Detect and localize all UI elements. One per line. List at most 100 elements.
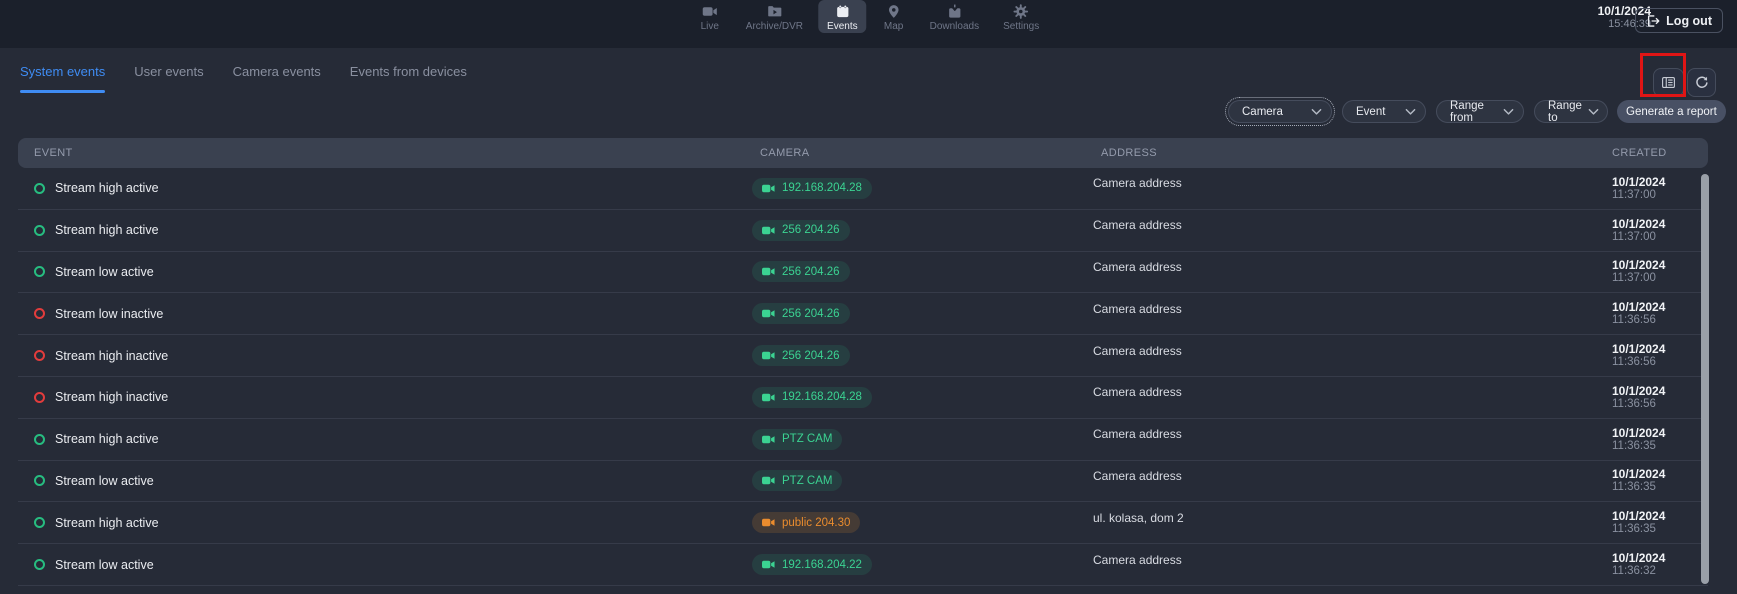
camera-name: 256 204.26	[782, 350, 840, 362]
camera-icon	[762, 517, 775, 528]
camera-icon	[762, 434, 775, 445]
event-name: Stream low inactive	[55, 307, 163, 321]
event-status-icon	[34, 434, 45, 445]
camera-badge[interactable]: 192.168.204.28	[752, 178, 872, 199]
tab-events-from-devices[interactable]: Events from devices	[350, 48, 467, 94]
nav-item-live[interactable]: Live	[689, 0, 731, 33]
camera-badge[interactable]: 256 204.26	[752, 303, 850, 324]
events-table: EVENT CAMERA ADDRESS CREATED Stream high…	[18, 138, 1708, 586]
created-time: 11:36:56	[1612, 314, 1692, 327]
camera-name: PTZ CAM	[782, 433, 832, 445]
table-row[interactable]: Stream low active 192.168.204.22 Camera …	[18, 544, 1708, 586]
camera-address: Camera address	[1093, 469, 1182, 483]
table-row[interactable]: Stream high active 256 204.26 Camera add…	[18, 210, 1708, 252]
table-row[interactable]: Stream high inactive 256 204.26 Camera a…	[18, 335, 1708, 377]
event-name: Stream high active	[55, 181, 159, 195]
camera-icon	[762, 183, 775, 194]
event-name: Stream low active	[55, 265, 154, 279]
chevron-down-icon	[1311, 108, 1322, 116]
camera-badge[interactable]: PTZ CAM	[752, 470, 842, 491]
chevron-down-icon	[1588, 108, 1599, 116]
nav-label: Archive/DVR	[746, 21, 803, 32]
range-to-dropdown[interactable]: Range to	[1534, 100, 1608, 123]
event-status-icon	[34, 225, 45, 236]
nav-item-settings[interactable]: Settings	[994, 0, 1048, 33]
table-row[interactable]: Stream low inactive 256 204.26 Camera ad…	[18, 293, 1708, 335]
events-calendar-icon	[835, 4, 850, 19]
camera-badge[interactable]: 192.168.204.28	[752, 387, 872, 408]
created-time: 11:37:00	[1612, 231, 1692, 244]
nav-label: Events	[827, 21, 858, 32]
nav-label: Live	[701, 21, 719, 32]
nav-item-events[interactable]: Events	[818, 0, 867, 33]
camera-icon	[762, 559, 775, 570]
chevron-down-icon	[1405, 108, 1416, 116]
table-row[interactable]: Stream high active PTZ CAM Camera addres…	[18, 419, 1708, 461]
report-button[interactable]	[1653, 68, 1684, 97]
range-from-dropdown[interactable]: Range from	[1436, 100, 1524, 123]
camera-name: 256 204.26	[782, 308, 840, 320]
created-time: 11:37:00	[1612, 272, 1692, 285]
event-status-icon	[34, 350, 45, 361]
column-header-camera: CAMERA	[752, 147, 1093, 159]
created-date: 10/1/2024	[1612, 342, 1692, 356]
camera-icon	[762, 350, 775, 361]
tab-system-events[interactable]: System events	[20, 48, 105, 94]
camera-badge[interactable]: PTZ CAM	[752, 429, 842, 450]
camera-address: Camera address	[1093, 427, 1182, 441]
generate-report-button[interactable]: Generate a report	[1617, 100, 1726, 123]
camera-badge[interactable]: public 204.30	[752, 512, 860, 533]
created-date: 10/1/2024	[1612, 551, 1692, 565]
created-time: 11:36:35	[1612, 440, 1692, 453]
refresh-button[interactable]	[1687, 68, 1716, 97]
table-body: Stream high active 192.168.204.28 Camera…	[18, 168, 1708, 586]
nav-item-map[interactable]: Map	[873, 0, 915, 33]
main-nav: Live Archive/DVR Events Map Downloads Se…	[689, 0, 1048, 33]
camera-address: Camera address	[1093, 344, 1182, 358]
logout-icon	[1646, 14, 1660, 28]
camera-address: Camera address	[1093, 553, 1182, 567]
map-pin-icon	[886, 4, 901, 19]
column-header-created: CREATED	[1612, 147, 1700, 159]
camera-icon	[762, 225, 775, 236]
nav-label: Downloads	[930, 21, 979, 32]
created-date: 10/1/2024	[1612, 258, 1692, 272]
logout-button[interactable]: Log out	[1635, 8, 1723, 33]
table-scrollbar[interactable]	[1701, 174, 1709, 584]
camera-badge[interactable]: 256 204.26	[752, 261, 850, 282]
event-filter-dropdown[interactable]: Event	[1342, 100, 1426, 123]
created-time: 11:36:32	[1612, 565, 1692, 578]
table-row[interactable]: Stream low active PTZ CAM Camera address…	[18, 461, 1708, 503]
tab-camera-events[interactable]: Camera events	[233, 48, 321, 94]
camera-name: 192.168.204.28	[782, 391, 862, 403]
camera-filter-dropdown[interactable]: Camera	[1228, 100, 1332, 123]
event-status-icon	[34, 517, 45, 528]
created-date: 10/1/2024	[1612, 300, 1692, 314]
table-row[interactable]: Stream high inactive 192.168.204.28 Came…	[18, 377, 1708, 419]
camera-badge[interactable]: 256 204.26	[752, 345, 850, 366]
archive-folder-icon	[767, 4, 782, 19]
created-cell: 10/1/2024 11:36:56	[1612, 300, 1692, 327]
topbar: Live Archive/DVR Events Map Downloads Se…	[0, 0, 1737, 48]
camera-filter-label: Camera	[1242, 106, 1283, 118]
table-row[interactable]: Stream low active 256 204.26 Camera addr…	[18, 252, 1708, 294]
chevron-down-icon	[1503, 108, 1514, 116]
range-to-label: Range to	[1548, 100, 1582, 124]
camera-name: PTZ CAM	[782, 475, 832, 487]
created-cell: 10/1/2024 11:37:00	[1612, 258, 1692, 285]
video-camera-icon	[702, 4, 717, 19]
camera-badge[interactable]: 192.168.204.22	[752, 554, 872, 575]
nav-item-downloads[interactable]: Downloads	[921, 0, 988, 33]
logout-label: Log out	[1666, 14, 1712, 28]
created-cell: 10/1/2024 11:36:56	[1612, 342, 1692, 369]
event-status-icon	[34, 308, 45, 319]
nav-item-archive-dvr[interactable]: Archive/DVR	[737, 0, 812, 33]
event-name: Stream high active	[55, 432, 159, 446]
downloads-icon	[947, 4, 962, 19]
tab-user-events[interactable]: User events	[134, 48, 203, 94]
created-time: 11:36:35	[1612, 523, 1692, 536]
camera-address: Camera address	[1093, 385, 1182, 399]
table-row[interactable]: Stream high active 192.168.204.28 Camera…	[18, 168, 1708, 210]
camera-badge[interactable]: 256 204.26	[752, 220, 850, 241]
table-row[interactable]: Stream high active public 204.30 ul. kol…	[18, 502, 1708, 544]
